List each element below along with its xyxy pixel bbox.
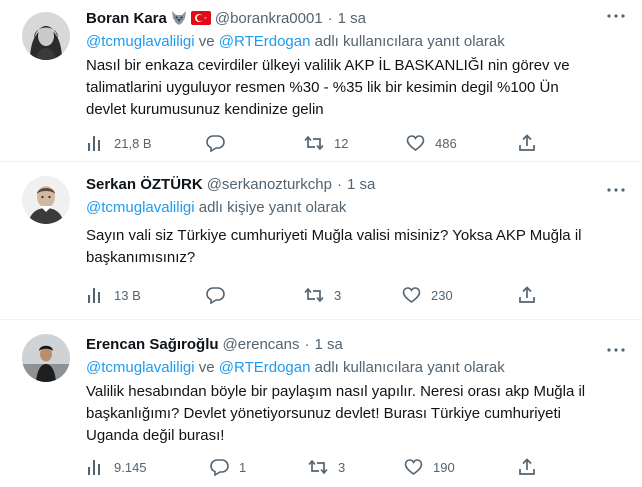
tweet-text-line: başkanlığımı? Devlet yönetiyorsunuz devl…: [86, 405, 561, 422]
views-button[interactable]: 9.145: [86, 455, 147, 479]
tweet-header: Erencan Sağıroğlu @erencans · 1 sa: [86, 334, 590, 354]
views-button[interactable]: 21,8 B: [86, 131, 152, 155]
share-button[interactable]: [518, 283, 536, 307]
like-count: 486: [435, 135, 457, 151]
views-count: 9.145: [114, 459, 147, 475]
retweet-button[interactable]: 3: [304, 283, 341, 307]
retweet-count: 12: [334, 135, 349, 151]
user-handle[interactable]: @erencans: [223, 336, 300, 353]
heart-icon: [402, 286, 421, 304]
separator-dot: ·: [304, 335, 310, 353]
like-count: 230: [431, 287, 453, 303]
separator-dot: ·: [327, 9, 333, 27]
user-handle[interactable]: @borankra0001: [215, 10, 323, 27]
reply-connector: ve: [194, 359, 219, 376]
analytics-icon: [86, 286, 104, 304]
like-count: 190: [433, 459, 455, 475]
heart-icon: [404, 458, 423, 476]
reply-suffix: adlı kullanıcılara yanıt olarak: [310, 359, 505, 376]
turkey-flag-icon: [190, 11, 211, 25]
tweet-text-line: Uganda değil burası!: [86, 427, 225, 444]
like-button[interactable]: 190: [404, 455, 455, 479]
retweet-icon: [308, 458, 328, 476]
tweet-header: Serkan ÖZTÜRK @serkanozturkchp · 1 sa: [86, 174, 590, 194]
avatar[interactable]: [22, 334, 70, 382]
reply-connector: ve: [194, 33, 219, 50]
reply-suffix: adlı kişiye yanıt olarak: [194, 199, 347, 216]
tweet-text-line: devlet kurumusunuz kendinize gelin: [86, 101, 324, 118]
retweet-icon: [304, 286, 324, 304]
more-icon[interactable]: [604, 6, 628, 26]
display-name[interactable]: Serkan ÖZTÜRK: [86, 176, 203, 193]
reply-button[interactable]: [206, 283, 225, 307]
mention-link[interactable]: @tcmuglavaliligi: [86, 199, 195, 216]
share-icon: [518, 286, 536, 304]
reply-button[interactable]: 1: [210, 455, 246, 479]
tweet-text-line: Sayın vali siz Türkiye cumhuriyeti Muğla…: [86, 227, 582, 244]
reply-context: @tcmuglavaliligi ve @RTErdogan adlı kull…: [86, 359, 505, 376]
more-icon[interactable]: [604, 340, 628, 360]
tweet-text: Sayın vali siz Türkiye cumhuriyeti Muğla…: [86, 225, 626, 269]
reply-icon: [206, 286, 225, 304]
reply-context: @tcmuglavaliligi ve @RTErdogan adlı kull…: [86, 33, 505, 50]
retweet-button[interactable]: 12: [304, 131, 348, 155]
tweet-text: Nasıl bir enkaza cevirdiler ülkeyi valil…: [86, 55, 626, 121]
analytics-icon: [86, 134, 104, 152]
tweet-text-line: talimatlarini uyguluyor resmen %30 - %35…: [86, 79, 559, 96]
tweet-text-line: Valilik hesabından böyle bir paylaşım na…: [86, 383, 586, 400]
timestamp[interactable]: 1 sa: [338, 10, 366, 27]
like-button[interactable]: 486: [406, 131, 457, 155]
views-count: 21,8 B: [114, 135, 152, 151]
reply-button[interactable]: [206, 131, 225, 155]
tweet[interactable]: Serkan ÖZTÜRK @serkanozturkchp · 1 sa @t…: [0, 162, 642, 320]
reply-feed: Boran Kara @borankra0001 · 1 sa @tcmugla…: [0, 0, 642, 487]
retweet-count: 3: [334, 287, 342, 303]
tweet[interactable]: Boran Kara @borankra0001 · 1 sa @tcmugla…: [0, 0, 642, 162]
user-handle[interactable]: @serkanozturkchp: [207, 176, 332, 193]
separator-dot: ·: [336, 175, 342, 193]
display-name[interactable]: Erencan Sağıroğlu: [86, 336, 219, 353]
analytics-icon: [86, 458, 104, 476]
tweet-text-line: başkanımısınız?: [86, 249, 196, 266]
reply-icon: [206, 134, 225, 152]
share-icon: [518, 134, 536, 152]
mention-link[interactable]: @tcmuglavaliligi: [86, 33, 195, 50]
tweet[interactable]: Erencan Sağıroğlu @erencans · 1 sa @tcmu…: [0, 320, 642, 487]
retweet-icon: [304, 134, 324, 152]
mention-link[interactable]: @RTErdogan: [219, 359, 311, 376]
timestamp[interactable]: 1 sa: [314, 336, 342, 353]
action-bar: 9.145 1 3 190: [86, 455, 535, 479]
views-count: 13 B: [114, 287, 141, 303]
like-button[interactable]: 230: [402, 283, 453, 307]
mention-link[interactable]: @RTErdogan: [219, 33, 311, 50]
timestamp[interactable]: 1 sa: [347, 176, 375, 193]
heart-icon: [406, 134, 425, 152]
avatar[interactable]: [22, 176, 70, 224]
avatar[interactable]: [22, 12, 70, 60]
reply-count: 1: [239, 459, 247, 475]
share-button[interactable]: [518, 131, 536, 155]
share-button[interactable]: [518, 455, 536, 479]
retweet-count: 3: [338, 459, 346, 475]
tweet-text-line: Nasıl bir enkaza cevirdiler ülkeyi valil…: [86, 57, 570, 74]
display-name[interactable]: Boran Kara: [86, 10, 167, 27]
reply-suffix: adlı kullanıcılara yanıt olarak: [310, 33, 505, 50]
reply-context: @tcmuglavaliligi adlı kişiye yanıt olara…: [86, 199, 346, 216]
retweet-button[interactable]: 3: [308, 455, 345, 479]
reply-icon: [210, 458, 229, 476]
share-icon: [518, 458, 536, 476]
tweet-header: Boran Kara @borankra0001 · 1 sa: [86, 8, 590, 28]
action-bar: 13 B 3 230: [86, 283, 535, 307]
wolf-emoji-icon: [170, 10, 188, 26]
mention-link[interactable]: @tcmuglavaliligi: [86, 359, 195, 376]
tweet-text: Valilik hesabından böyle bir paylaşım na…: [86, 381, 626, 447]
more-icon[interactable]: [604, 180, 628, 200]
views-button[interactable]: 13 B: [86, 283, 141, 307]
action-bar: 21,8 B 12 486: [86, 131, 535, 155]
